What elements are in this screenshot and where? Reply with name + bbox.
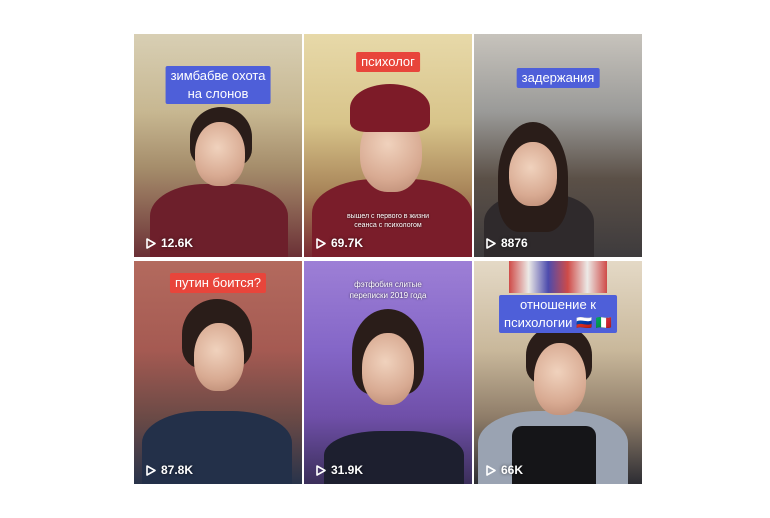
video-caption: путин боится?	[169, 273, 267, 293]
view-count: 31.9K	[316, 463, 363, 477]
video-tile-3[interactable]: задержания 8876	[474, 34, 642, 257]
view-count: 87.8K	[146, 463, 193, 477]
video-caption: задержания	[516, 68, 600, 88]
video-grid: зимбабве охота на слонов 12.6K психолог …	[134, 34, 642, 484]
face	[195, 122, 245, 186]
video-caption: отношение к психологии 🇷🇺 🇮🇹	[499, 295, 617, 333]
play-icon	[316, 464, 326, 476]
face	[509, 142, 557, 206]
video-tile-1[interactable]: зимбабве охота на слонов 12.6K	[134, 34, 302, 257]
face	[362, 333, 414, 405]
play-icon	[316, 237, 326, 249]
play-icon	[146, 464, 156, 476]
face	[194, 323, 244, 391]
view-count: 12.6K	[146, 236, 193, 250]
video-tile-4[interactable]: путин боится? 87.8K	[134, 261, 302, 484]
play-icon	[146, 237, 156, 249]
view-count: 69.7K	[316, 236, 363, 250]
video-caption: психолог	[356, 52, 420, 72]
video-tile-5[interactable]: фэтфобия слитые переписки 2019 года 31.9…	[304, 261, 472, 484]
view-count: 66K	[486, 463, 523, 477]
video-caption: зимбабве охота на слонов	[165, 66, 271, 104]
tshirt	[512, 426, 596, 484]
view-count: 8876	[486, 236, 528, 250]
beanie	[350, 84, 430, 132]
video-overlay-text: фэтфобия слитые переписки 2019 года	[349, 280, 427, 300]
video-tile-6[interactable]: отношение к психологии 🇷🇺 🇮🇹 66K	[474, 261, 642, 484]
video-tile-2[interactable]: психолог вышел с первого в жизни сеанса …	[304, 34, 472, 257]
play-icon	[486, 237, 496, 249]
video-overlay-text: вышел с первого в жизни сеанса с психоло…	[346, 213, 430, 229]
face	[534, 343, 586, 415]
play-icon	[486, 464, 496, 476]
flags-image	[509, 261, 607, 293]
